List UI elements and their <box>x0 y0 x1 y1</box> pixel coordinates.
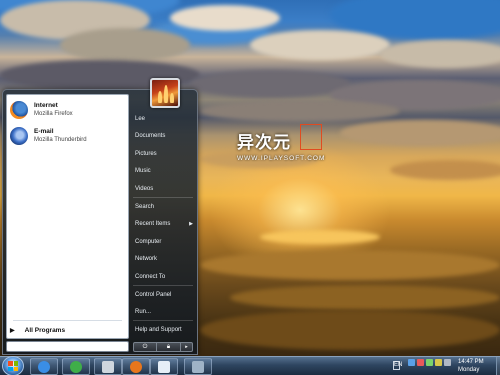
tray-app-icon[interactable] <box>426 359 433 366</box>
flame-shape <box>158 91 162 103</box>
right-item-label: Help and Support <box>135 327 182 333</box>
watermark-logo: 异次元 WWW.IPLAYSOFT.COM <box>237 124 326 162</box>
show-desktop-button[interactable] <box>496 357 500 375</box>
search-input[interactable] <box>7 342 128 351</box>
user-picture[interactable] <box>150 78 180 108</box>
right-item-label: Videos <box>135 186 154 192</box>
taskbar-ie-button[interactable] <box>30 358 58 375</box>
submenu-arrow-icon: ▶ <box>189 221 193 227</box>
tray-volume-icon[interactable] <box>444 359 451 366</box>
right-item-network[interactable]: Network <box>129 252 197 266</box>
pinned-email-name: E-mail <box>34 128 54 135</box>
right-item-label: Lee <box>135 116 146 122</box>
right-item-run[interactable]: Run... <box>129 305 197 319</box>
programs-pane: Internet Mozilla Firefox E-mail Mozilla … <box>6 94 129 339</box>
mail-icon <box>102 360 114 373</box>
right-item-label: Computer <box>135 239 162 245</box>
power-options-button[interactable]: ▸ <box>181 342 193 352</box>
right-item-label: Recent Items <box>135 221 171 227</box>
divider <box>133 285 193 286</box>
watermark-frame <box>300 124 322 150</box>
pinned-internet-name: Internet <box>34 102 58 109</box>
tray-network-icon[interactable] <box>408 359 415 366</box>
taskbar-mail-button[interactable] <box>94 358 122 375</box>
right-item-help-and-support[interactable]: Help and Support <box>129 323 197 337</box>
power-controls: ⏻ 🔒︎ ▸ <box>133 342 193 352</box>
right-item-label: Run... <box>135 309 152 315</box>
taskbar-notepad-button[interactable] <box>150 358 178 375</box>
right-item-lee[interactable]: Lee <box>129 112 197 126</box>
windows-logo-icon <box>8 361 18 371</box>
firefox-icon <box>10 101 28 119</box>
right-item-label: Search <box>135 204 155 210</box>
all-programs-label: All Programs <box>24 327 66 334</box>
clock-day: Monday <box>458 367 480 373</box>
tray-app-icon[interactable] <box>435 359 442 366</box>
arrow-right-icon: ▶ <box>10 328 15 334</box>
right-item-search[interactable]: Search <box>129 200 197 214</box>
pinned-email-desc: Mozilla Thunderbird <box>34 137 87 143</box>
recycle-bin-icon <box>192 360 204 373</box>
search-box[interactable] <box>6 341 129 352</box>
notepad-icon <box>158 360 170 373</box>
taskbar-recycle-bin-button[interactable] <box>184 358 212 375</box>
start-button[interactable] <box>2 356 24 375</box>
language-indicator[interactable]: EN <box>393 361 402 370</box>
taskbar-clock[interactable]: 14:47 PM Monday <box>458 358 484 374</box>
taskbar: EN 14:47 PM Monday <box>0 356 500 375</box>
right-item-connect-to[interactable]: Connect To <box>129 270 197 284</box>
right-item-label: Connect To <box>135 274 166 280</box>
power-button[interactable]: ⏻ <box>133 342 157 352</box>
taskbar-firefox-button[interactable] <box>122 358 150 375</box>
right-item-documents[interactable]: Documents <box>129 129 197 143</box>
right-item-label: Pictures <box>135 151 157 157</box>
start-menu: Internet Mozilla Firefox E-mail Mozilla … <box>2 78 198 355</box>
clock-time: 14:47 PM <box>458 359 484 365</box>
right-item-control-panel[interactable]: Control Panel <box>129 288 197 302</box>
right-item-music[interactable]: Music <box>129 164 197 178</box>
right-item-label: Music <box>135 168 151 174</box>
tray-security-icon[interactable] <box>417 359 424 366</box>
all-programs-button[interactable]: ▶ All Programs <box>10 327 65 334</box>
taskbar-messenger-button[interactable] <box>62 358 90 375</box>
right-item-videos[interactable]: Videos <box>129 182 197 196</box>
chevron-right-icon: ▸ <box>185 344 188 350</box>
divider <box>133 197 193 198</box>
internet-explorer-icon <box>38 360 50 373</box>
pinned-internet[interactable]: Internet Mozilla Firefox <box>10 99 127 121</box>
right-item-label: Network <box>135 256 158 262</box>
right-item-recent-items[interactable]: Recent Items ▶ <box>129 217 197 231</box>
divider <box>13 320 122 321</box>
firefox-icon <box>130 360 142 373</box>
pinned-internet-desc: Mozilla Firefox <box>34 111 73 117</box>
right-item-computer[interactable]: Computer <box>129 235 197 249</box>
watermark-subtitle: WWW.IPLAYSOFT.COM <box>237 155 326 162</box>
pinned-email[interactable]: E-mail Mozilla Thunderbird <box>10 125 127 147</box>
lock-button[interactable]: 🔒︎ <box>157 342 181 352</box>
divider <box>133 320 193 321</box>
right-item-label: Control Panel <box>135 292 172 298</box>
system-tray <box>408 359 453 366</box>
right-item-pictures[interactable]: Pictures <box>129 147 197 161</box>
right-item-label: Documents <box>135 133 166 139</box>
lock-icon: 🔒︎ <box>166 343 171 350</box>
flame-shape <box>170 93 174 103</box>
flame-shape <box>164 85 168 103</box>
power-icon: ⏻ <box>142 343 148 350</box>
messenger-icon <box>70 360 82 373</box>
thunderbird-icon <box>10 127 28 145</box>
